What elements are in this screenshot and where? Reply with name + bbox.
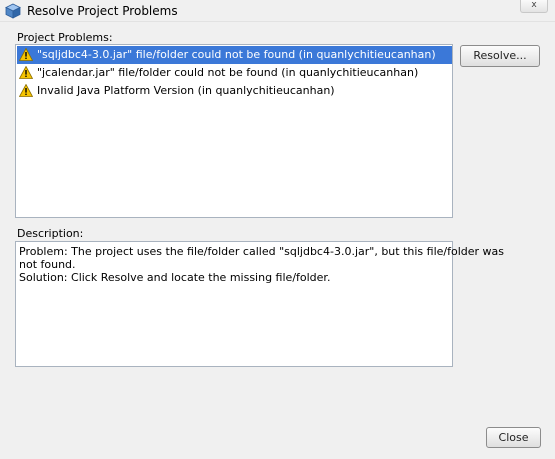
resolve-button[interactable]: Resolve... — [460, 45, 540, 67]
warning-icon — [19, 48, 33, 61]
warning-icon — [19, 66, 33, 79]
window-close-button[interactable]: x — [520, 0, 548, 13]
problem-item-jcalendar[interactable]: "jcalendar.jar" file/folder could not be… — [17, 64, 452, 82]
problem-item-text: "sqljdbc4-3.0.jar" file/folder could not… — [37, 48, 436, 61]
close-button[interactable]: Close — [486, 427, 541, 448]
warning-icon — [19, 84, 33, 97]
description-line: Problem: The project uses the file/folde… — [19, 245, 504, 258]
description-label: Description: — [17, 227, 84, 240]
description-line: not found. — [19, 258, 76, 271]
description-line: Solution: Click Resolve and locate the m… — [19, 271, 331, 284]
problems-list[interactable]: "sqljdbc4-3.0.jar" file/folder could not… — [15, 44, 453, 218]
problem-item-text: Invalid Java Platform Version (in quanly… — [37, 84, 335, 97]
description-textarea[interactable]: Problem: The project uses the file/folde… — [15, 241, 504, 367]
problem-item-sqljdbc[interactable]: "sqljdbc4-3.0.jar" file/folder could not… — [17, 46, 452, 64]
window-title: Resolve Project Problems — [27, 4, 178, 18]
app-cube-icon — [5, 3, 21, 19]
problem-item-text: "jcalendar.jar" file/folder could not be… — [37, 66, 419, 79]
problem-item-java-platform[interactable]: Invalid Java Platform Version (in quanly… — [17, 82, 452, 100]
project-problems-label: Project Problems: — [17, 31, 113, 44]
description-text: Problem: The project uses the file/folde… — [19, 245, 504, 284]
title-bar: Resolve Project Problems x — [0, 0, 555, 22]
